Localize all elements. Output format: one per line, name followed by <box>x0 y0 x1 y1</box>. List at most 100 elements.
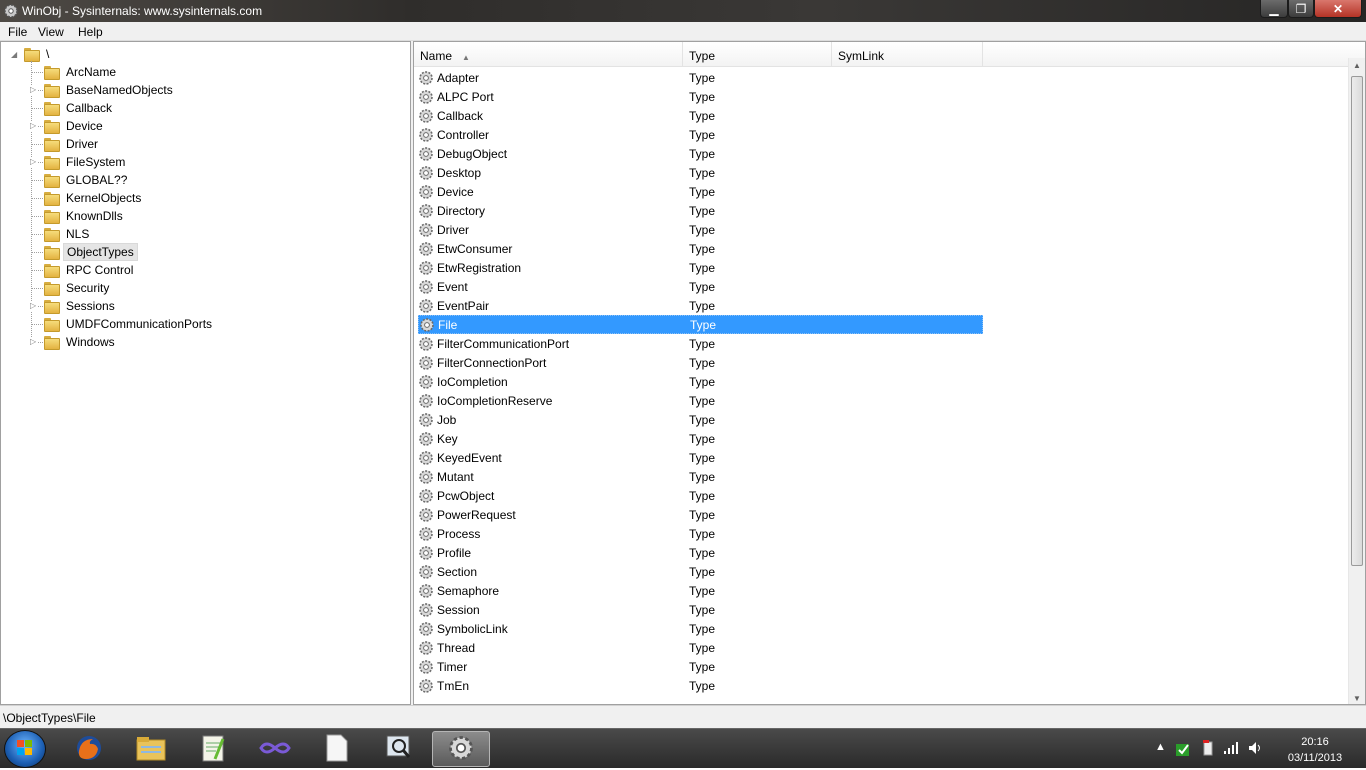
directory-tree[interactable]: ◢ \ ArcName ▷ BaseNamedObjects Callback ▷ Devic… <box>0 41 411 705</box>
tree-item-arcname[interactable]: ArcName <box>43 63 119 81</box>
row-type: Type <box>689 298 716 313</box>
row-type: Type <box>689 678 716 693</box>
tray-network-icon[interactable] <box>1223 741 1241 755</box>
list-row[interactable]: Controller Type <box>418 125 983 144</box>
list-row[interactable]: EtwConsumer Type <box>418 239 983 258</box>
list-row[interactable]: ALPC Port Type <box>418 87 983 106</box>
tree-item-device[interactable]: Device <box>43 117 106 135</box>
list-row[interactable]: Mutant Type <box>418 467 983 486</box>
tree-item-root[interactable]: \ <box>23 45 52 63</box>
tray-volume-icon[interactable] <box>1248 741 1264 755</box>
tree-item-filesystem[interactable]: FileSystem <box>43 153 128 171</box>
list-row[interactable]: IoCompletionReserve Type <box>418 391 983 410</box>
taskbar-firefox-button[interactable] <box>60 731 118 767</box>
scrollbar-thumb[interactable] <box>1351 76 1363 566</box>
column-symlink-label: SymLink <box>838 49 885 63</box>
list-row[interactable]: Semaphore Type <box>418 581 983 600</box>
row-name: KeyedEvent <box>437 450 502 465</box>
list-row[interactable]: FilterCommunicationPort Type <box>418 334 983 353</box>
menu-view[interactable]: View <box>38 25 64 39</box>
tree-item-sessions[interactable]: Sessions <box>43 297 118 315</box>
list-row[interactable]: EventPair Type <box>418 296 983 315</box>
tree-item-security[interactable]: Security <box>43 279 112 297</box>
scroll-down-arrow-icon[interactable]: ▼ <box>1353 694 1361 703</box>
taskbar-notepadpp-button[interactable] <box>184 731 242 767</box>
vertical-scrollbar[interactable]: ▲ ▼ <box>1348 58 1365 704</box>
tree-item-kernelobjects[interactable]: KernelObjects <box>43 189 144 207</box>
object-type-gear-icon <box>419 469 433 484</box>
column-header-symlink[interactable]: SymLink <box>832 42 983 67</box>
menu-help[interactable]: Help <box>78 25 103 39</box>
list-row[interactable]: Key Type <box>418 429 983 448</box>
tree-item-umdfcommunicationports[interactable]: UMDFCommunicationPorts <box>43 315 215 333</box>
restore-button[interactable]: ❐ <box>1288 0 1314 18</box>
list-row[interactable]: KeyedEvent Type <box>418 448 983 467</box>
menu-file[interactable]: File <box>8 25 27 39</box>
taskbar-explorer-button[interactable] <box>122 731 180 767</box>
folder-icon <box>43 227 60 242</box>
scroll-up-arrow-icon[interactable]: ▲ <box>1353 61 1361 70</box>
list-row[interactable]: DebugObject Type <box>418 144 983 163</box>
list-row[interactable]: File Type <box>418 315 983 334</box>
taskbar-winobj-gear-button[interactable] <box>432 731 490 767</box>
tree-item-basenamedobjects[interactable]: BaseNamedObjects <box>43 81 176 99</box>
taskbar-visual-studio-button[interactable] <box>246 731 304 767</box>
tree-collapse-icon[interactable]: ◢ <box>11 50 19 60</box>
list-row[interactable]: SymbolicLink Type <box>418 619 983 638</box>
tree-expand-icon[interactable]: ▷ <box>30 121 38 131</box>
column-header-name[interactable]: Name ▲ <box>414 42 683 67</box>
tree-item-objecttypes[interactable]: ObjectTypes <box>43 243 138 261</box>
list-row[interactable]: Session Type <box>418 600 983 619</box>
title-bar[interactable]: WinObj - Sysinternals: www.sysinternals.… <box>0 0 1366 22</box>
tray-security-icon[interactable] <box>1175 739 1191 757</box>
tree-expand-icon[interactable]: ▷ <box>30 157 38 167</box>
tree-item-windows[interactable]: Windows <box>43 333 118 351</box>
list-row[interactable]: PcwObject Type <box>418 486 983 505</box>
tree-item-driver[interactable]: Driver <box>43 135 101 153</box>
list-row[interactable]: Thread Type <box>418 638 983 657</box>
tray-battery-icon[interactable] <box>1200 739 1216 757</box>
tray-expand-icon[interactable]: ▲ <box>1155 741 1166 753</box>
start-button[interactable] <box>4 730 46 768</box>
column-header-type[interactable]: Type <box>683 42 832 67</box>
row-name: SymbolicLink <box>437 621 508 636</box>
tree-item-global[interactable]: GLOBAL?? <box>43 171 130 189</box>
list-row[interactable]: Desktop Type <box>418 163 983 182</box>
taskbar-magnifier-button[interactable] <box>370 731 428 767</box>
tree-item-knowndlls[interactable]: KnownDlls <box>43 207 126 225</box>
list-row[interactable]: IoCompletion Type <box>418 372 983 391</box>
tree-item-callback[interactable]: Callback <box>43 99 115 117</box>
list-row[interactable]: Process Type <box>418 524 983 543</box>
list-row[interactable]: Event Type <box>418 277 983 296</box>
list-row[interactable]: FilterConnectionPort Type <box>418 353 983 372</box>
tree-expand-icon[interactable]: ▷ <box>30 337 38 347</box>
system-clock[interactable]: 20:16 03/11/2013 <box>1270 734 1360 766</box>
object-list[interactable]: Name ▲ Type SymLink Adapter Type ALPC Port T… <box>413 41 1366 705</box>
taskbar-blank-document-button[interactable] <box>308 731 366 767</box>
close-button[interactable]: ✕ <box>1314 0 1362 18</box>
list-row[interactable]: Section Type <box>418 562 983 581</box>
list-row[interactable]: Driver Type <box>418 220 983 239</box>
row-name: Thread <box>437 640 476 655</box>
list-row[interactable]: TmEn Type <box>418 676 983 695</box>
folder-icon <box>43 245 60 260</box>
object-type-gear-icon <box>419 70 433 85</box>
list-row[interactable]: PowerRequest Type <box>418 505 983 524</box>
tree-item-nls[interactable]: NLS <box>43 225 92 243</box>
list-row[interactable]: Callback Type <box>418 106 983 125</box>
list-row[interactable]: Directory Type <box>418 201 983 220</box>
tree-item-rpc-control[interactable]: RPC Control <box>43 261 136 279</box>
list-row[interactable]: Timer Type <box>418 657 983 676</box>
minimize-button[interactable]: ▁ <box>1260 0 1288 18</box>
list-row[interactable]: Adapter Type <box>418 68 983 87</box>
windows-logo-icon <box>17 740 32 755</box>
row-name: Profile <box>437 545 472 560</box>
list-row[interactable]: Job Type <box>418 410 983 429</box>
list-row[interactable]: Profile Type <box>418 543 983 562</box>
row-type: Type <box>689 222 716 237</box>
list-row[interactable]: Device Type <box>418 182 983 201</box>
list-row[interactable]: EtwRegistration Type <box>418 258 983 277</box>
tree-expand-icon[interactable]: ▷ <box>30 301 38 311</box>
tree-expand-icon[interactable]: ▷ <box>30 85 38 95</box>
blank-document-icon <box>324 733 350 766</box>
